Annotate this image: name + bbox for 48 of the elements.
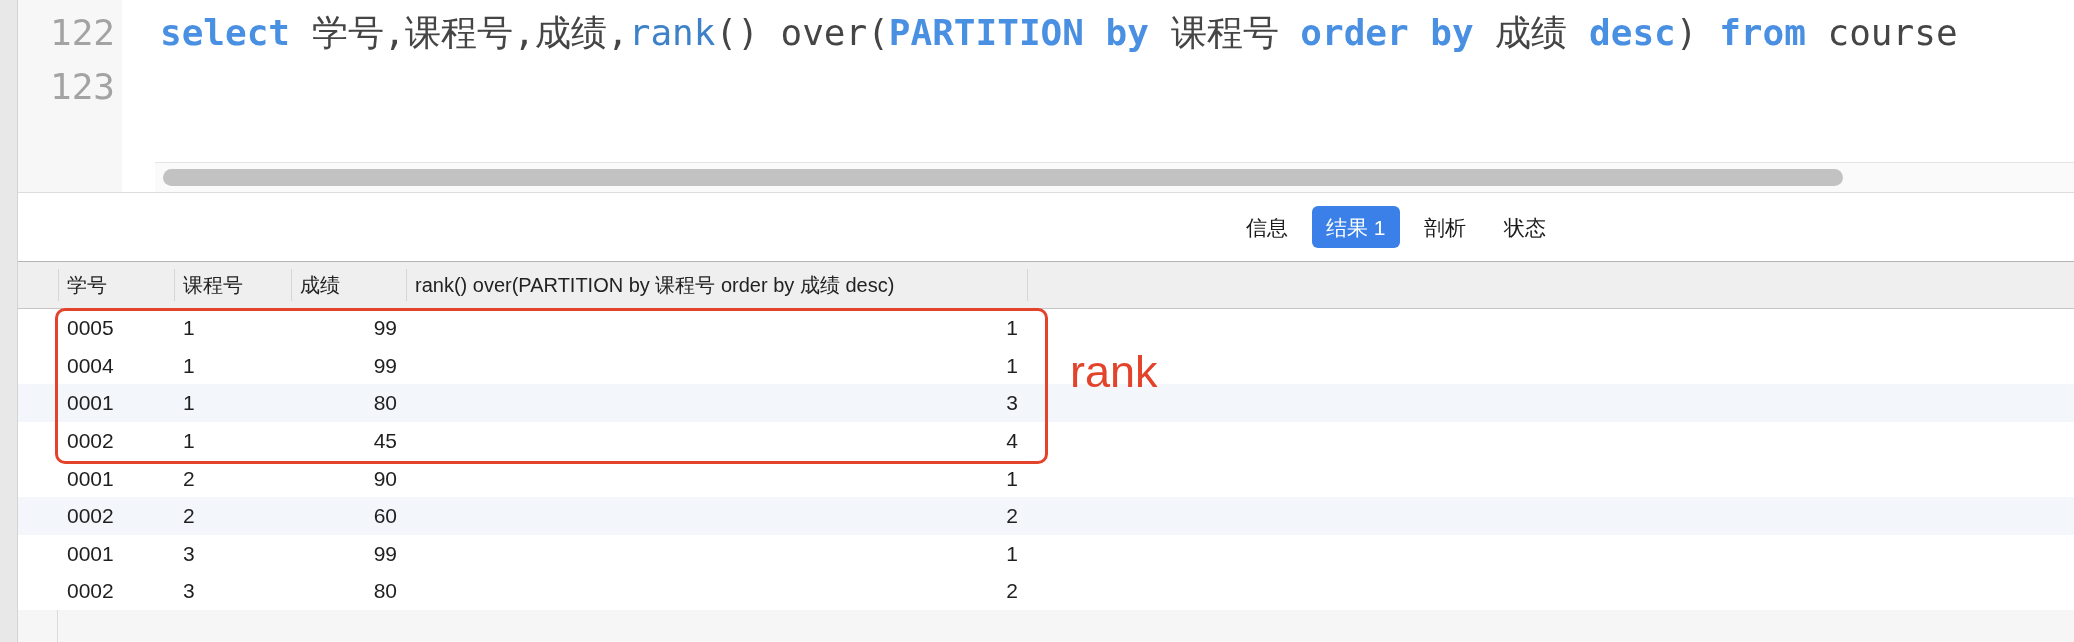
table-cell: 1 bbox=[1006, 354, 1018, 376]
table-cell: 0002 bbox=[67, 580, 114, 602]
column-header[interactable]: 成绩 bbox=[292, 275, 340, 295]
result-tab[interactable]: 结果 1 bbox=[1312, 206, 1400, 248]
table-row[interactable]: 0002 2 60 2 bbox=[18, 496, 1027, 535]
table-cell: 0002 bbox=[67, 505, 114, 527]
table-cell: 1 bbox=[1006, 317, 1018, 339]
table-cell: 1 bbox=[183, 430, 195, 452]
result-tab[interactable]: 剖析 bbox=[1409, 206, 1480, 248]
table-cell: 0001 bbox=[67, 542, 114, 564]
table-cell: 99 bbox=[373, 542, 397, 564]
result-tab[interactable]: 状态 bbox=[1489, 206, 1560, 248]
table-cell: 1 bbox=[1006, 542, 1018, 564]
table-cell: 4 bbox=[1006, 430, 1018, 452]
table-cell: 90 bbox=[373, 467, 397, 489]
table-cell: 1 bbox=[183, 392, 195, 414]
table-cell: 0004 bbox=[67, 354, 114, 376]
table-cell: 80 bbox=[373, 580, 397, 602]
table-cell: 2 bbox=[1006, 580, 1018, 602]
table-cell: 45 bbox=[373, 430, 397, 452]
column-header[interactable]: 课程号 bbox=[175, 275, 243, 295]
table-cell: 0001 bbox=[67, 467, 114, 489]
code-line: select 学号,课程号,成绩,rank() over(PARTITION by 课程号 order by 成绩 desc) from course bbox=[160, 15, 1958, 51]
table-cell: 0001 bbox=[67, 392, 114, 414]
table-cell: 1 bbox=[183, 317, 195, 339]
table-cell: 0002 bbox=[67, 430, 114, 452]
annotation-label: rank bbox=[1070, 349, 1158, 394]
table-cell: 80 bbox=[373, 392, 397, 414]
line-number: 123 bbox=[49, 69, 115, 105]
table-cell: 1 bbox=[183, 354, 195, 376]
table-cell: 2 bbox=[1006, 505, 1018, 527]
table-cell: 2 bbox=[183, 467, 195, 489]
table-cell: 3 bbox=[183, 580, 195, 602]
horizontal-scrollbar[interactable] bbox=[155, 162, 2074, 192]
table-cell: 99 bbox=[373, 354, 397, 376]
table-cell: 2 bbox=[183, 505, 195, 527]
scrollbar-thumb[interactable] bbox=[163, 169, 1843, 186]
result-tab[interactable]: 信息 bbox=[1232, 206, 1302, 248]
table-cell: 3 bbox=[1006, 392, 1018, 414]
table-row[interactable]: 0001 1 80 3 bbox=[18, 384, 1027, 422]
table-cell: 99 bbox=[373, 317, 397, 339]
line-number: 122 bbox=[49, 15, 115, 51]
table-cell: 0005 bbox=[67, 317, 114, 339]
table-cell: 1 bbox=[1006, 467, 1018, 489]
table-cell: 60 bbox=[373, 505, 397, 527]
column-header[interactable]: 学号 bbox=[59, 275, 107, 295]
column-header[interactable]: rank() over(PARTITION by 课程号 order by 成绩 desc) bbox=[407, 275, 895, 295]
table-cell: 3 bbox=[183, 542, 195, 564]
